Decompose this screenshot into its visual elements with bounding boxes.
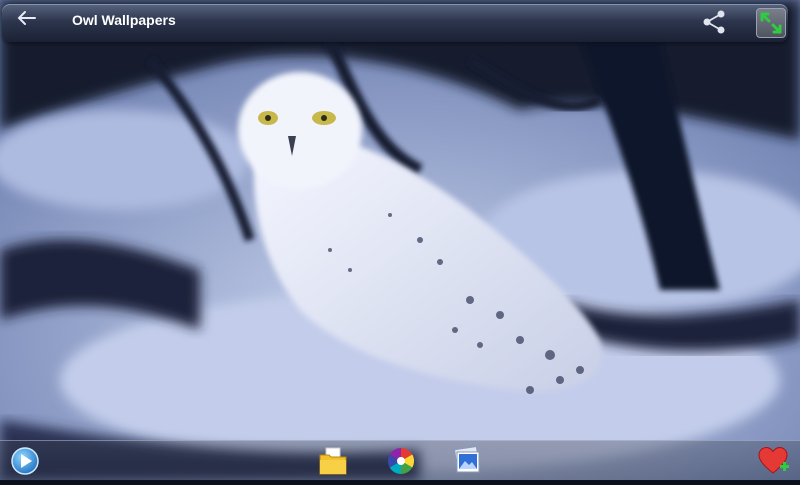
arrow-left-icon [16, 10, 36, 31]
set-wallpaper-button[interactable] [452, 446, 482, 476]
expand-icon [757, 12, 785, 41]
page-title: Owl Wallpapers [72, 12, 176, 28]
heart-plus-icon [758, 446, 790, 480]
slideshow-button[interactable] [10, 446, 40, 476]
share-icon [700, 10, 728, 39]
picture-icon [452, 446, 482, 480]
share-button[interactable] [700, 9, 728, 35]
save-to-folder-button[interactable] [318, 446, 348, 476]
color-filter-button[interactable] [386, 446, 416, 476]
play-icon [10, 447, 40, 480]
folder-icon [318, 447, 348, 480]
fullscreen-button[interactable] [756, 8, 786, 38]
add-favorite-button[interactable] [758, 446, 789, 476]
wallpaper-image [0, 0, 800, 480]
color-wheel-icon [386, 447, 416, 480]
back-button[interactable] [12, 8, 40, 32]
